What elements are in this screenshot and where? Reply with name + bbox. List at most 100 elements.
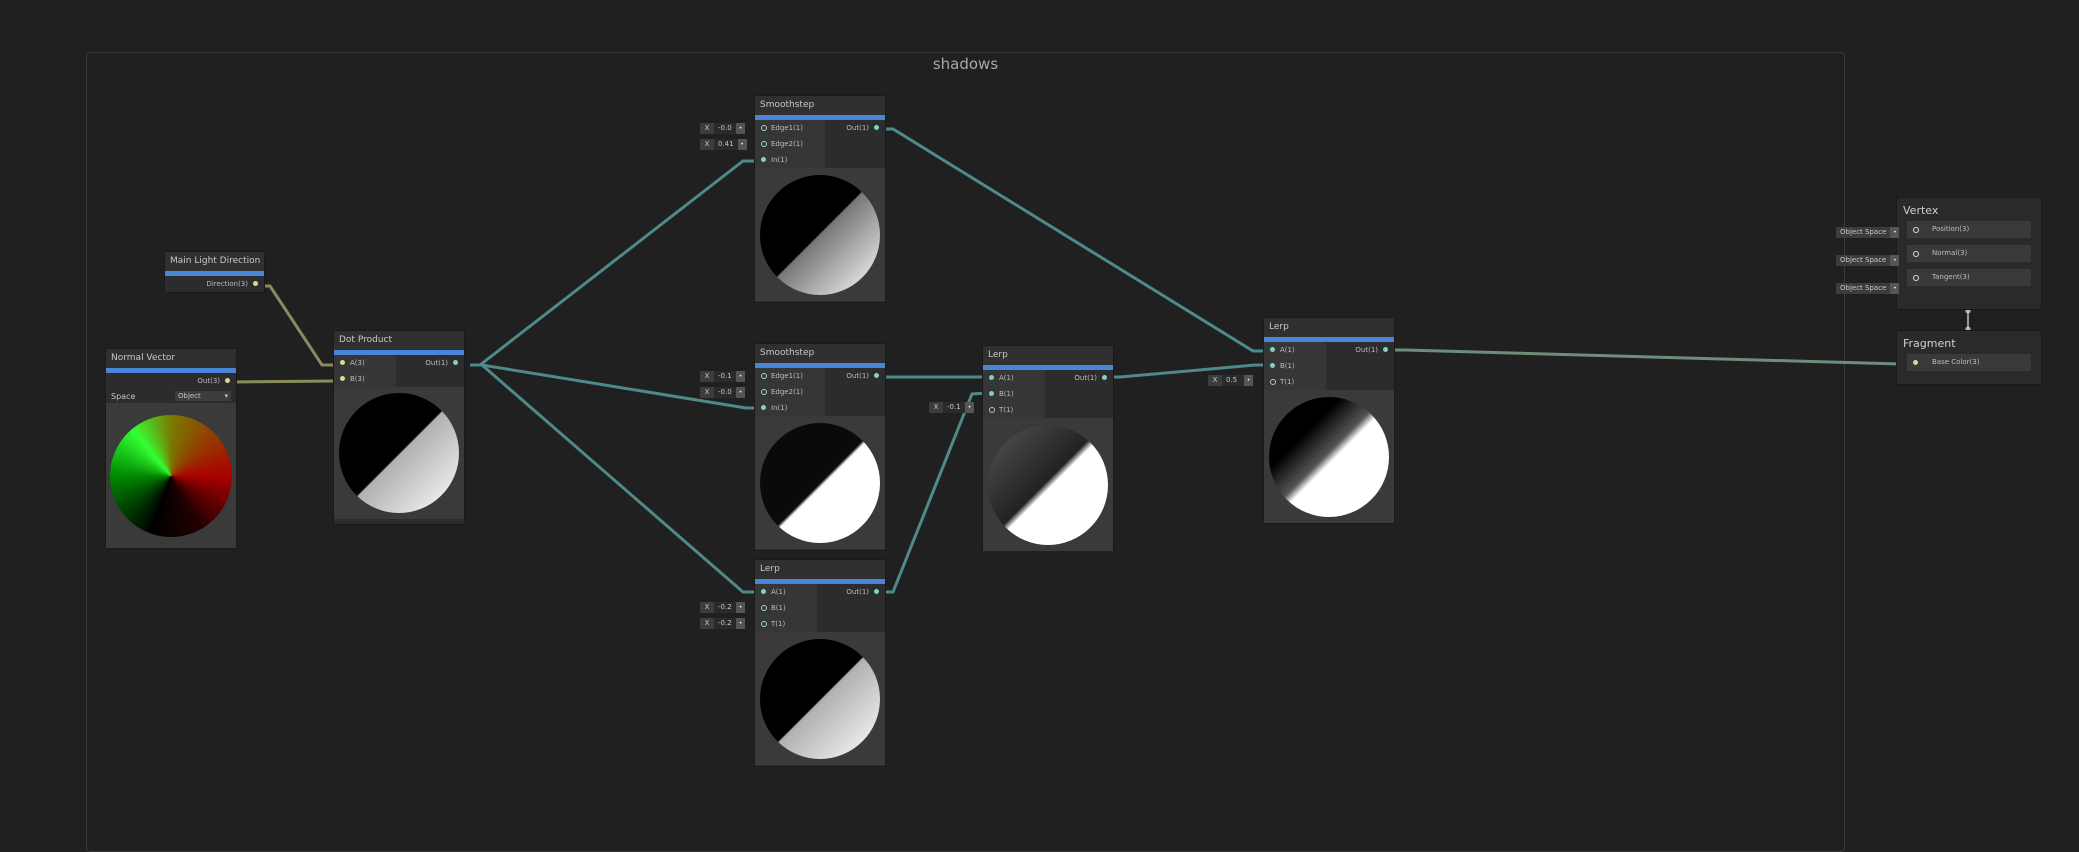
node-lerp-2[interactable]: Lerp A(1) B(1) T(1) Out(1)	[982, 345, 1114, 551]
port-a-in[interactable]: A(1)	[1264, 342, 1326, 358]
node-lerp-1[interactable]: Lerp A(1) B(1) T(1) Out(1)	[754, 559, 886, 767]
port-b-in[interactable]: B(1)	[1264, 358, 1326, 374]
node-smoothstep-2[interactable]: Smoothstep Edge1(1) Edge2(1) In(1) Out(1…	[754, 343, 886, 551]
port-edge2-in[interactable]: Edge2(1)	[755, 136, 825, 152]
port-edge1-in[interactable]: Edge1(1)	[755, 120, 825, 136]
fragment-slot-base-color[interactable]: Base Color(3)	[1907, 354, 2031, 371]
field-value[interactable]: -0.2	[714, 602, 736, 613]
port-dot[interactable]	[761, 589, 766, 594]
field-value[interactable]: -0.2	[714, 618, 736, 629]
b-value-field[interactable]: X -0.2 •	[700, 602, 745, 613]
port-dot[interactable]	[340, 376, 345, 381]
t-value-field[interactable]: X 0.5 •	[1208, 375, 1253, 386]
port-dot[interactable]	[874, 125, 879, 130]
port-in-in[interactable]: In(1)	[755, 400, 825, 416]
port-out[interactable]: Out(1)	[1045, 370, 1113, 386]
node-title[interactable]: Main Light Direction	[165, 252, 264, 271]
port-dot[interactable]	[453, 360, 458, 365]
fragment-stack[interactable]: Fragment Base Color(3)	[1896, 330, 2042, 385]
port-out[interactable]: Out(1)	[825, 120, 885, 136]
node-title[interactable]: Smoothstep	[755, 344, 885, 363]
port-a-in[interactable]: A(3)	[334, 355, 396, 371]
port-dot[interactable]	[1913, 251, 1919, 257]
edge2-value-field[interactable]: X -0.0 •	[700, 387, 745, 398]
port-b-in[interactable]: B(1)	[983, 386, 1045, 402]
edge1-value-field[interactable]: X -0.0 •	[700, 123, 745, 134]
field-value[interactable]: -0.1	[714, 371, 736, 382]
port-dot[interactable]	[761, 405, 766, 410]
port-b-in[interactable]: B(3)	[334, 371, 396, 387]
port-dot[interactable]	[761, 373, 767, 379]
node-title[interactable]: Normal Vector	[106, 349, 236, 368]
node-title[interactable]: Lerp	[755, 560, 885, 579]
edge1-value-field[interactable]: X -0.1 •	[700, 371, 745, 382]
node-title[interactable]: Lerp	[1264, 318, 1394, 337]
port-dot[interactable]	[1270, 363, 1275, 368]
port-dot[interactable]	[874, 589, 879, 594]
port-dot[interactable]	[761, 621, 767, 627]
port-b-in[interactable]: B(1)	[755, 600, 817, 616]
node-dot-product[interactable]: Dot Product A(3) B(3) Out(1)	[333, 330, 465, 525]
port-direction-out[interactable]: Direction(3)	[165, 276, 264, 292]
port-dot[interactable]	[761, 157, 766, 162]
port-dot[interactable]	[1270, 379, 1276, 385]
vertex-slot-tangent[interactable]: Tangent(3)	[1907, 269, 2031, 286]
port-label: A(3)	[350, 359, 365, 367]
port-out[interactable]: Out(1)	[825, 368, 885, 384]
field-value[interactable]: -0.0	[714, 387, 736, 398]
port-dot[interactable]	[340, 360, 345, 365]
position-space-field[interactable]: Object Space •	[1836, 227, 1900, 238]
port-dot[interactable]	[874, 373, 879, 378]
port-dot[interactable]	[989, 375, 994, 380]
node-normal-vector[interactable]: Normal Vector Out(3) Space Object ▾	[105, 348, 237, 549]
port-in-in[interactable]: In(1)	[755, 152, 825, 168]
edge2-value-field[interactable]: X 0.41 •	[700, 139, 747, 150]
port-a-in[interactable]: A(1)	[983, 370, 1045, 386]
node-preview	[755, 632, 885, 765]
port-t-in[interactable]: T(1)	[983, 402, 1045, 418]
space-dropdown[interactable]: Object ▾	[175, 391, 231, 401]
t-value-field[interactable]: X -0.2 •	[700, 618, 745, 629]
node-title[interactable]: Lerp	[983, 346, 1113, 365]
stack-title[interactable]: Vertex	[1897, 198, 2041, 221]
port-out[interactable]: Out(1)	[396, 355, 464, 371]
field-value[interactable]: 0.41	[714, 139, 738, 150]
tangent-space-field[interactable]: Object Space •	[1836, 283, 1900, 294]
port-t-in[interactable]: T(1)	[755, 616, 817, 632]
vertex-slot-normal[interactable]: Normal(3)	[1907, 245, 2031, 262]
t-value-field[interactable]: X -0.1 •	[929, 402, 974, 413]
node-main-light-direction[interactable]: Main Light Direction Direction(3)	[164, 251, 265, 293]
node-title[interactable]: Dot Product	[334, 331, 464, 350]
port-dot[interactable]	[1270, 347, 1275, 352]
port-dot[interactable]	[1383, 347, 1388, 352]
field-value[interactable]: -0.1	[943, 402, 965, 413]
port-dot[interactable]	[989, 391, 994, 396]
port-dot[interactable]	[761, 141, 767, 147]
field-value[interactable]: 0.5	[1222, 375, 1244, 386]
port-out[interactable]: Out(1)	[1326, 342, 1394, 358]
port-dot[interactable]	[761, 389, 767, 395]
port-dot[interactable]	[253, 281, 258, 286]
stack-title[interactable]: Fragment	[1897, 331, 2041, 354]
normal-space-field[interactable]: Object Space •	[1836, 255, 1900, 266]
port-dot[interactable]	[761, 125, 767, 131]
field-value[interactable]: -0.0	[714, 123, 736, 134]
vertex-stack[interactable]: Vertex Position(3) Normal(3) Tangent(3)	[1896, 197, 2042, 310]
port-dot[interactable]	[761, 605, 767, 611]
port-edge1-in[interactable]: Edge1(1)	[755, 368, 825, 384]
port-a-in[interactable]: A(1)	[755, 584, 817, 600]
vertex-slot-position[interactable]: Position(3)	[1907, 221, 2031, 238]
node-smoothstep-1[interactable]: Smoothstep Edge1(1) Edge2(1) In(1) Out(1…	[754, 95, 886, 303]
port-out[interactable]: Out(1)	[817, 584, 885, 600]
port-dot[interactable]	[1913, 275, 1919, 281]
node-lerp-3[interactable]: Lerp A(1) B(1) T(1) Out(1)	[1263, 317, 1395, 524]
port-t-in[interactable]: T(1)	[1264, 374, 1326, 390]
port-dot[interactable]	[225, 378, 230, 383]
port-dot[interactable]	[989, 407, 995, 413]
port-edge2-in[interactable]: Edge2(1)	[755, 384, 825, 400]
port-dot[interactable]	[1913, 360, 1918, 365]
port-out[interactable]: Out(3)	[106, 373, 236, 389]
port-dot[interactable]	[1913, 227, 1919, 233]
node-title[interactable]: Smoothstep	[755, 96, 885, 115]
port-dot[interactable]	[1102, 375, 1107, 380]
